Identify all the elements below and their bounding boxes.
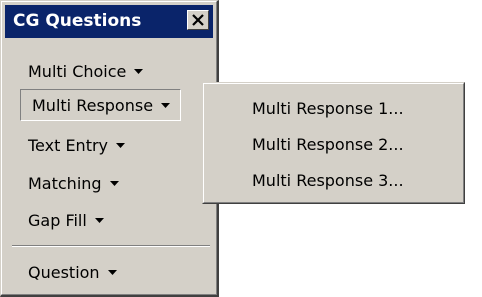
chevron-down-icon	[94, 217, 104, 223]
question-menu-button[interactable]: Question	[20, 256, 125, 288]
menu-item-label: Matching	[28, 173, 102, 193]
multi-response-submenu: Multi Response 1... Multi Response 2... …	[202, 82, 465, 204]
cg-questions-toolbar: CG Questions Multi Choice Multi Response…	[0, 0, 219, 297]
close-icon	[192, 14, 204, 26]
toolbar-frame: CG Questions Multi Choice Multi Response…	[1, 1, 217, 295]
menu-item-label: Multi Response	[32, 95, 154, 115]
menu-item-label: Text Entry	[28, 135, 109, 155]
menu-item-label: Gap Fill	[28, 210, 87, 230]
submenu-item-multi-response-3[interactable]: Multi Response 3...	[252, 166, 404, 196]
menu-item-label: Multi Choice	[28, 61, 127, 81]
toolbar-title: CG Questions	[13, 11, 142, 31]
submenu-item-multi-response-2[interactable]: Multi Response 2...	[252, 130, 404, 160]
chevron-down-icon	[116, 142, 126, 148]
toolbar-titlebar[interactable]: CG Questions	[5, 5, 213, 38]
multi-response-menu-button[interactable]: Multi Response	[20, 89, 182, 121]
close-button[interactable]	[187, 10, 209, 30]
multi-choice-menu-button[interactable]: Multi Choice	[20, 55, 151, 87]
matching-menu-button[interactable]: Matching	[20, 167, 127, 199]
menu-item-label: Question	[28, 262, 100, 282]
submenu-item-multi-response-1[interactable]: Multi Response 1...	[252, 94, 404, 124]
text-entry-menu-button[interactable]: Text Entry	[20, 129, 133, 161]
gap-fill-menu-button[interactable]: Gap Fill	[20, 204, 112, 236]
screen: CG Questions Multi Choice Multi Response…	[0, 0, 482, 297]
chevron-down-icon	[109, 180, 119, 186]
toolbar-separator	[12, 245, 210, 247]
chevron-down-icon	[134, 68, 144, 74]
chevron-down-icon	[107, 269, 117, 275]
chevron-down-icon	[161, 102, 171, 108]
submenu-frame: Multi Response 1... Multi Response 2... …	[203, 83, 464, 203]
